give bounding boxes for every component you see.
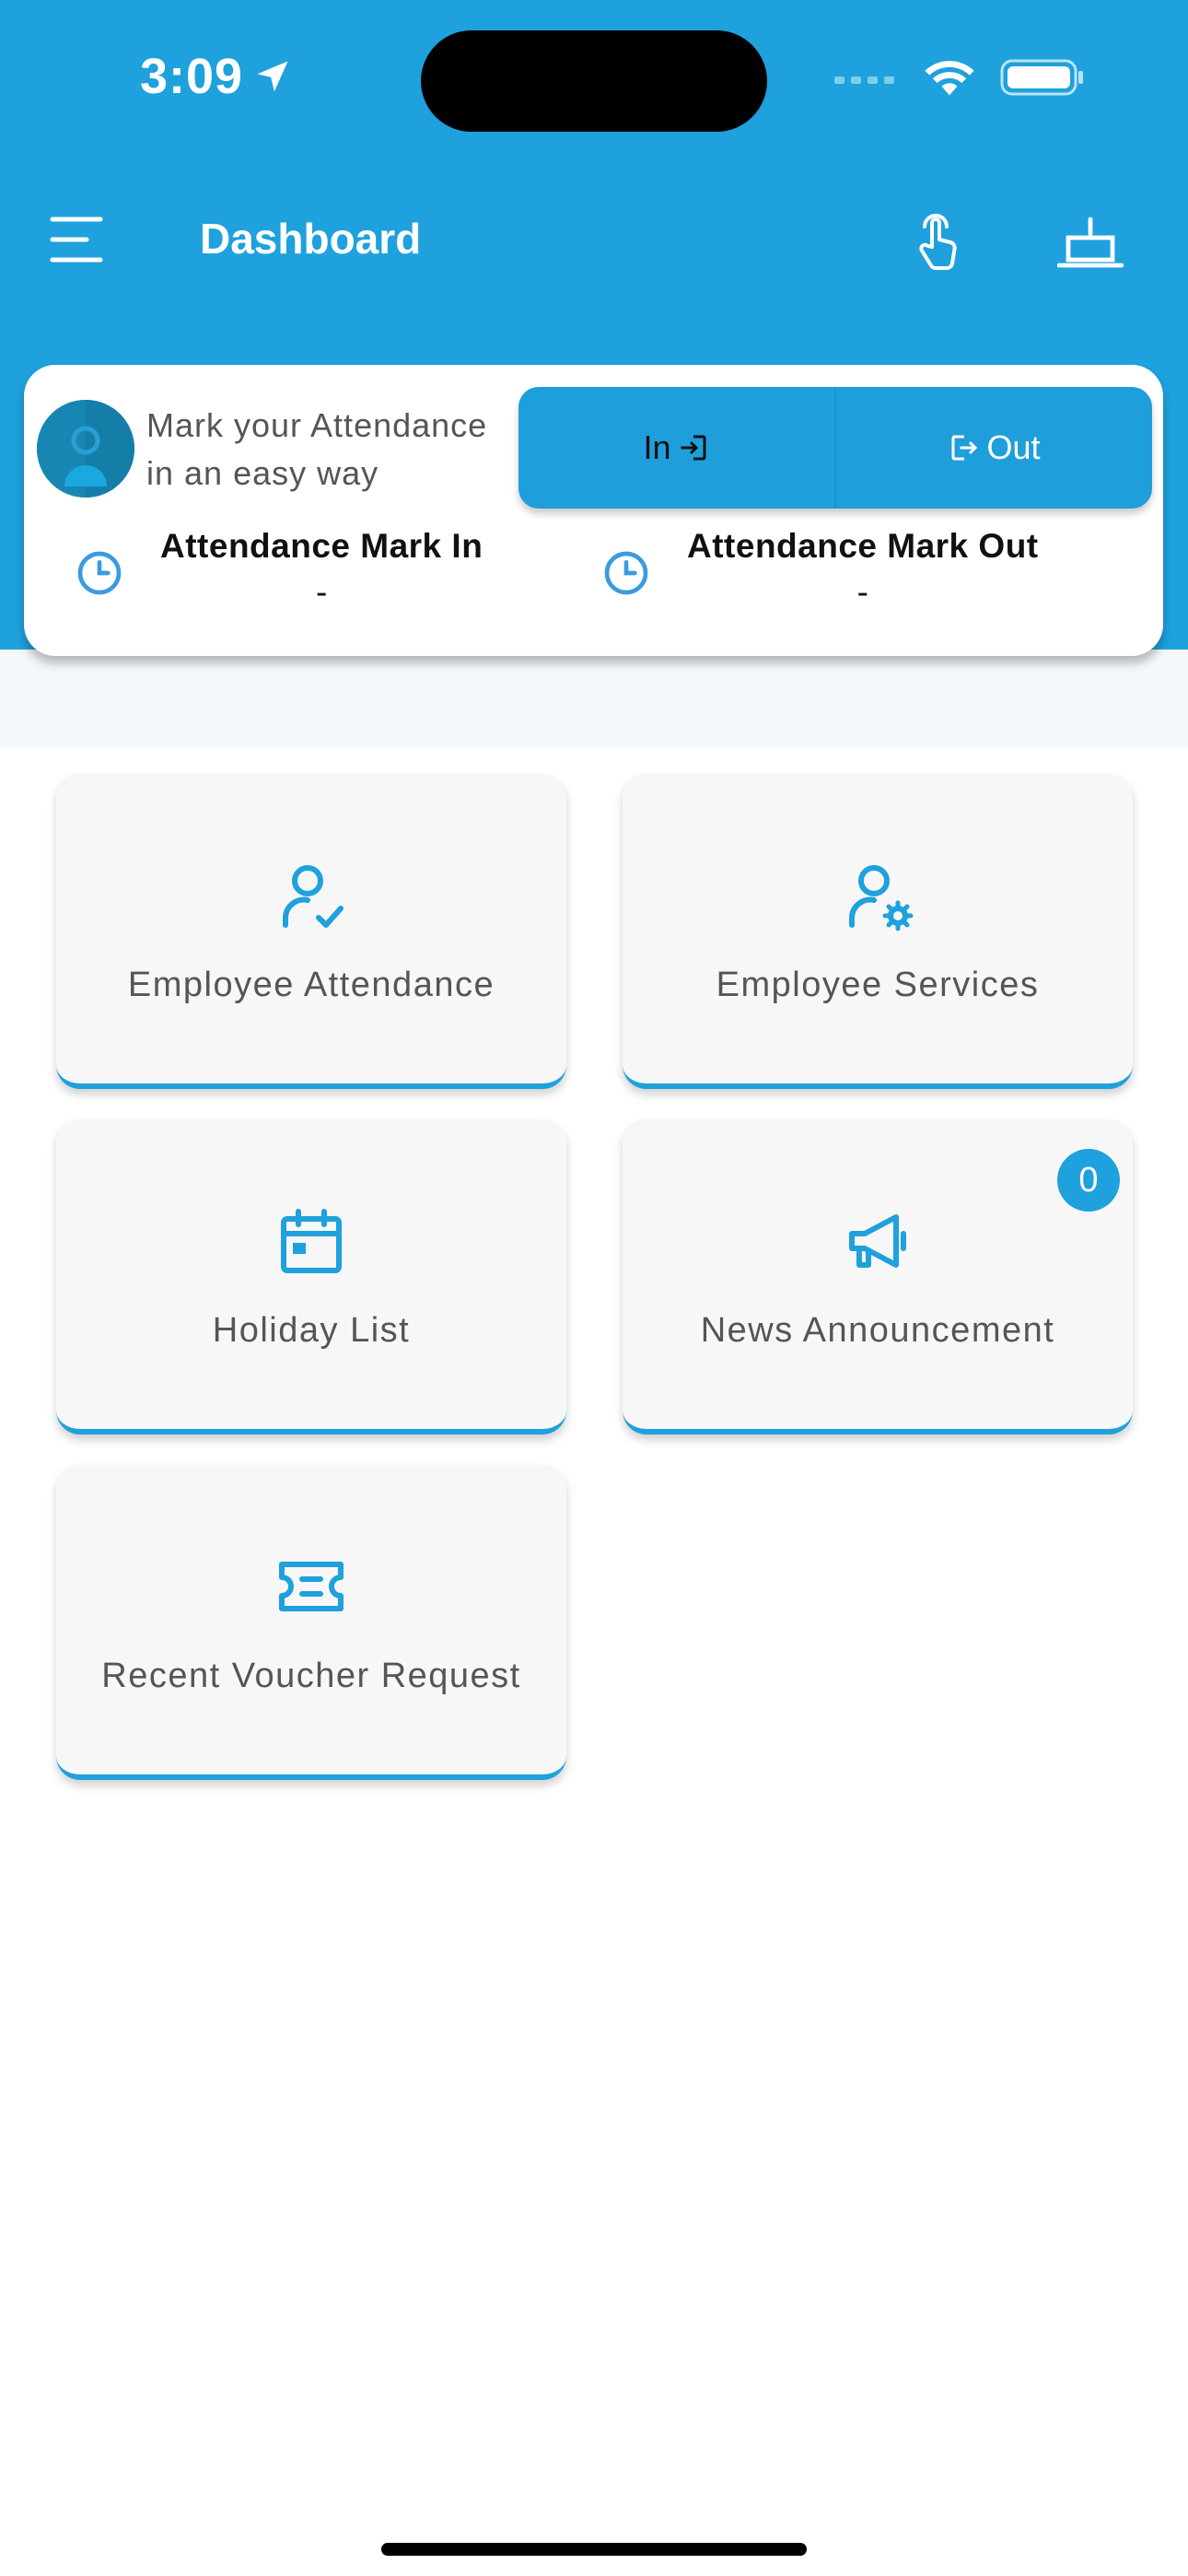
in-out-toggle: In Out — [518, 387, 1152, 509]
tile-employee-attendance[interactable]: Employee Attendance — [56, 774, 566, 1089]
status-icons — [834, 57, 1085, 98]
attendance-prompt: Mark your Attendance in an easy way — [146, 402, 552, 498]
wifi-icon — [925, 61, 974, 96]
logout-icon — [951, 435, 978, 461]
table-lamp-icon — [1057, 217, 1124, 268]
notification-badge: 0 — [1057, 1149, 1120, 1212]
mark-in-title: Attendance Mark In — [160, 527, 483, 565]
tile-label: Recent Voucher Request — [101, 1657, 521, 1695]
mark-out-button[interactable]: Out — [836, 387, 1152, 509]
attendance-tap-button[interactable] — [907, 210, 972, 275]
clock-icon — [604, 551, 648, 595]
tile-news-announcement[interactable]: 0 News Announcement — [623, 1119, 1133, 1434]
hand-tap-icon — [919, 214, 957, 270]
menu-button[interactable] — [48, 214, 105, 265]
mark-in-label: In — [643, 428, 671, 466]
attendance-card: Mark your Attendance in an easy way In O… — [24, 365, 1163, 656]
mark-in-button[interactable]: In — [518, 387, 836, 509]
tile-label: Employee Services — [716, 966, 1040, 1004]
status-time-text: 3:09 — [140, 49, 244, 104]
tile-recent-voucher-request[interactable]: Recent Voucher Request — [56, 1465, 566, 1780]
clock-icon — [77, 551, 122, 595]
tile-employee-services[interactable]: Employee Services — [623, 774, 1133, 1089]
tile-holiday-list[interactable]: Holiday List — [56, 1119, 566, 1434]
page-title: Dashboard — [200, 215, 422, 263]
mark-out-info: Attendance Mark Out - — [600, 527, 1039, 612]
avatar — [37, 400, 134, 498]
mark-out-label: Out — [986, 428, 1041, 466]
attendance-prompt-line1: Mark your Attendance — [146, 406, 488, 444]
menu-icon — [50, 217, 103, 263]
ticket-icon — [279, 1562, 344, 1611]
mark-in-value: - — [315, 573, 328, 611]
battery-icon — [1000, 59, 1083, 96]
mark-in-info: Attendance Mark In - — [74, 527, 483, 612]
lamp-button[interactable] — [1054, 210, 1126, 275]
user-avatar-icon — [37, 400, 134, 498]
tile-label: Holiday List — [212, 1311, 411, 1350]
tile-label: Employee Attendance — [127, 966, 495, 1004]
user-check-icon — [283, 865, 344, 928]
user-gear-icon — [849, 865, 914, 931]
dynamic-island — [421, 30, 767, 132]
cellular-signal-icon — [834, 76, 894, 84]
header-band — [0, 650, 1188, 747]
status-bar-time: 3:09 — [140, 48, 293, 105]
home-indicator[interactable] — [381, 2543, 807, 2556]
tile-label: News Announcement — [700, 1311, 1055, 1350]
login-icon — [681, 435, 706, 461]
megaphone-icon — [849, 1214, 906, 1268]
calendar-icon — [281, 1209, 342, 1273]
mark-out-title: Attendance Mark Out — [687, 527, 1039, 565]
attendance-prompt-line2: in an easy way — [146, 454, 379, 492]
location-arrow-icon — [257, 61, 288, 92]
mark-out-value: - — [856, 573, 868, 611]
